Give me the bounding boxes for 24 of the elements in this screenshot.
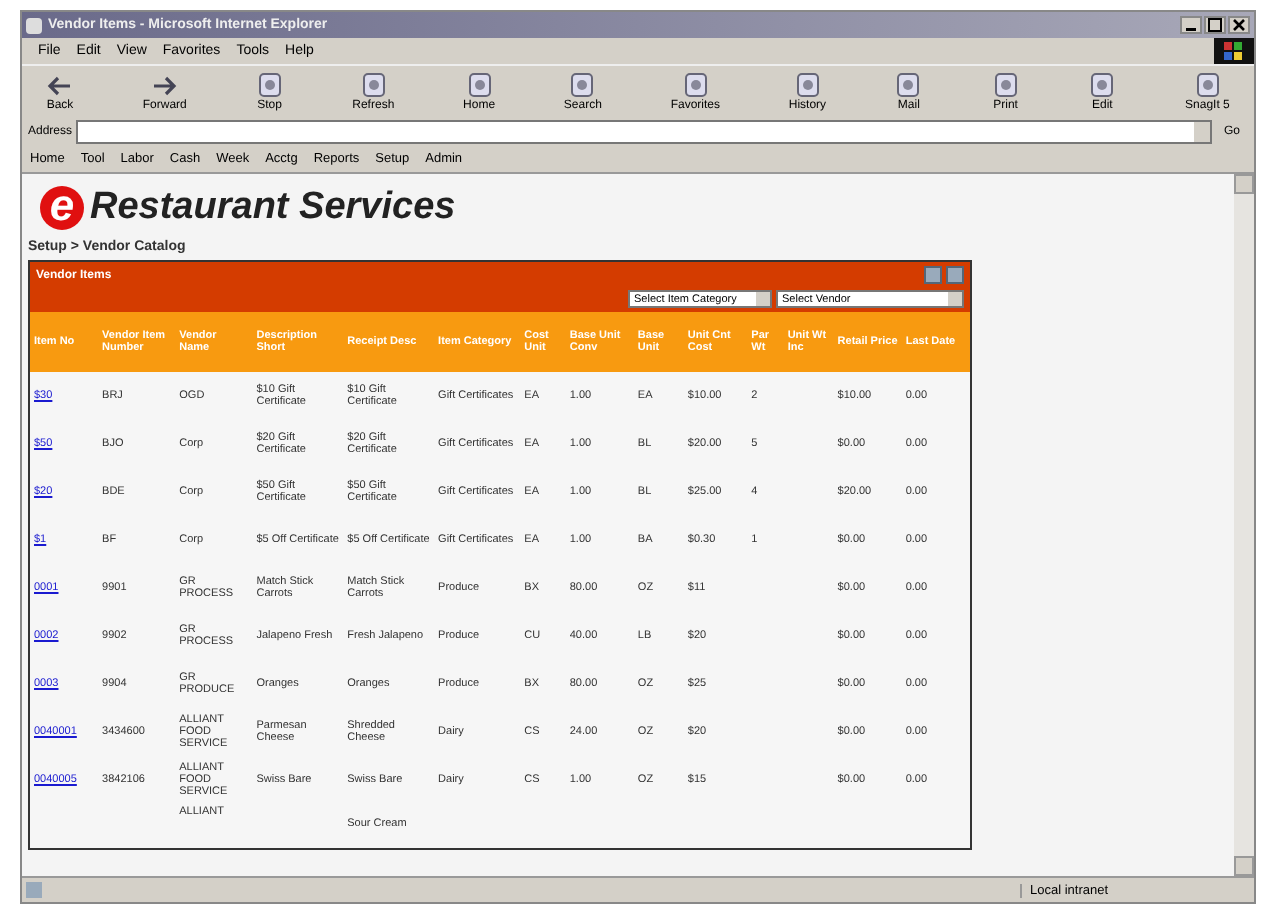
toolbar-icon (681, 72, 710, 98)
toolbar-icon (465, 72, 494, 98)
minimize-button[interactable] (1180, 16, 1202, 34)
toolbar-icon (894, 72, 923, 98)
close-button[interactable] (1228, 16, 1250, 34)
windows-logo-icon (1214, 38, 1254, 64)
maximize-button[interactable] (1204, 16, 1226, 34)
maximize-icon (1208, 18, 1222, 32)
close-icon (1232, 18, 1246, 32)
arrow-icon (46, 73, 74, 97)
toolbar-icon (793, 72, 822, 98)
page-icon (26, 882, 42, 898)
toolbar-icon (1088, 72, 1117, 98)
scrollbar[interactable] (1234, 174, 1254, 876)
address-field[interactable] (76, 119, 1212, 143)
toolbar-icon (1193, 72, 1222, 98)
toolbar-icon (255, 72, 284, 98)
logo-text: Restaurant Services (90, 186, 456, 230)
browser-icon (26, 17, 42, 33)
toolbar-icon (359, 72, 388, 98)
arrow-icon (150, 73, 179, 97)
logo-letter: e (40, 186, 84, 230)
toolbar-icon (568, 72, 597, 98)
toolbar-icon (991, 72, 1020, 98)
